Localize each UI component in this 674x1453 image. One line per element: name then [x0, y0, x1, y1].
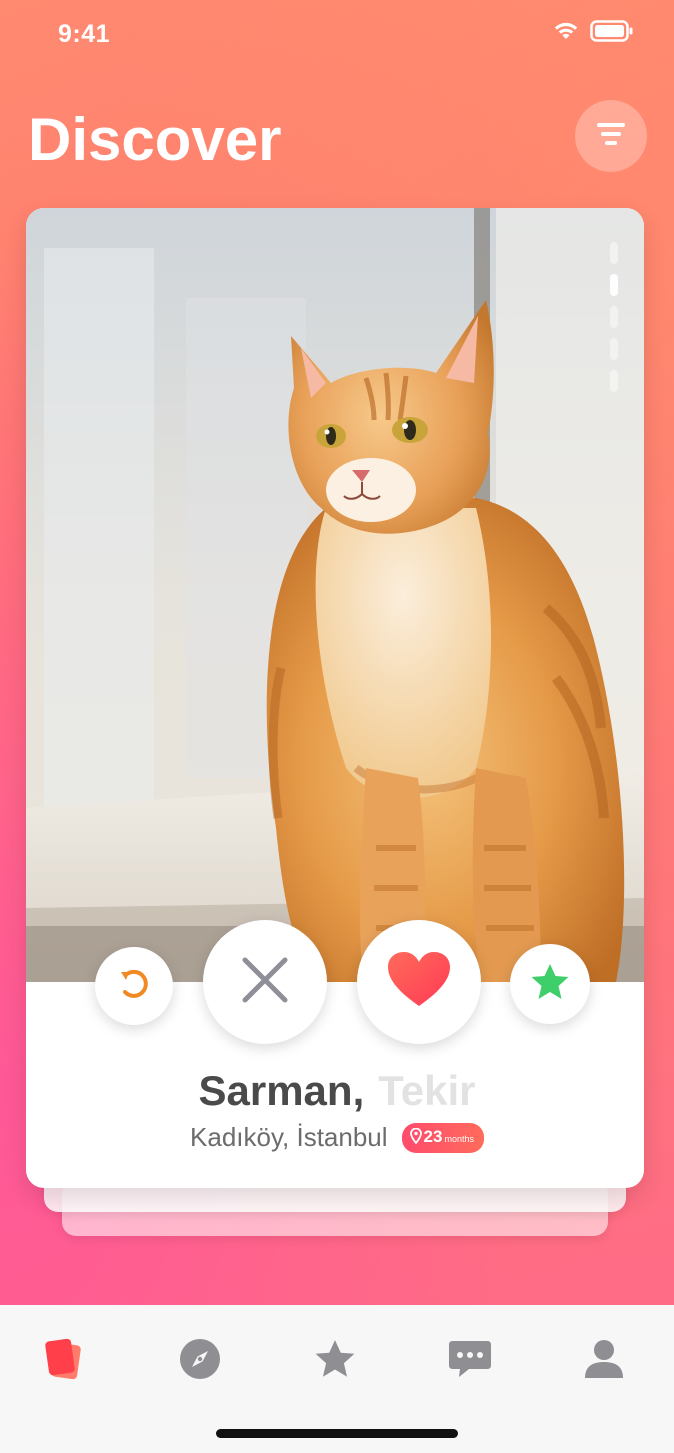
filter-icon [594, 120, 628, 153]
photo-indicator [610, 338, 618, 360]
photo-indicator [610, 242, 618, 264]
tab-bar [0, 1305, 674, 1453]
tab-discover[interactable] [33, 1333, 93, 1389]
name-separator: , [352, 1067, 365, 1114]
like-button[interactable] [357, 920, 481, 1044]
close-icon [237, 952, 293, 1013]
pet-title: Sarman, Tekir [0, 1065, 674, 1117]
home-indicator [216, 1429, 458, 1438]
profile-icon [583, 1338, 625, 1385]
photo-indicators [610, 242, 618, 392]
star-icon [313, 1338, 357, 1385]
page-title: Discover [28, 106, 282, 173]
wifi-icon [552, 21, 580, 46]
pet-breed: Tekir [378, 1067, 476, 1114]
location-pin-icon [409, 1127, 422, 1147]
tab-favorites[interactable] [305, 1333, 365, 1389]
superlike-button[interactable] [510, 944, 590, 1024]
filter-button[interactable] [575, 100, 647, 172]
location-text: Kadıköy, İstanbul [190, 1122, 388, 1152]
tab-messages[interactable] [440, 1333, 500, 1389]
battery-icon [590, 20, 634, 47]
pass-button[interactable] [203, 920, 327, 1044]
undo-button[interactable] [95, 947, 173, 1025]
chat-icon [447, 1339, 493, 1384]
age-badge: 23 months [401, 1122, 484, 1153]
compass-icon [178, 1337, 222, 1386]
age-value: 23 [423, 1126, 443, 1146]
heart-icon [386, 950, 452, 1015]
pet-location: Kadıköy, İstanbul 23 months [0, 1122, 674, 1153]
tab-explore[interactable] [170, 1333, 230, 1389]
photo-indicator [610, 370, 618, 392]
status-icons [552, 20, 634, 47]
pet-photo[interactable] [26, 208, 644, 982]
status-time: 9:41 [58, 20, 111, 48]
status-bar: 9:41 [0, 0, 674, 70]
star-icon [529, 962, 571, 1007]
profile-card[interactable] [26, 208, 644, 1188]
photo-indicator-active [610, 274, 618, 296]
cards-icon [41, 1336, 85, 1387]
photo-indicator [610, 306, 618, 328]
tab-profile[interactable] [574, 1333, 634, 1389]
undo-icon [116, 966, 152, 1007]
cat-illustration [26, 208, 644, 982]
age-unit: months [444, 1133, 474, 1144]
pet-name: Sarman [198, 1067, 353, 1114]
